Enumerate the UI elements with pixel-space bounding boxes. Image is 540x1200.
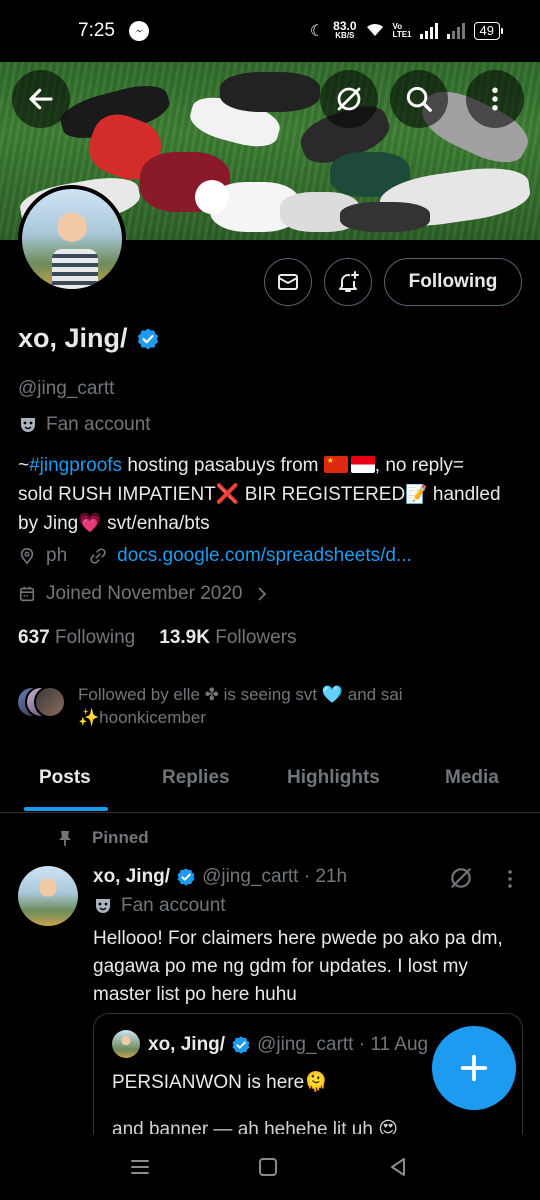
memo-icon: 📝 xyxy=(405,484,428,504)
following-count-link[interactable]: 637 Following xyxy=(18,627,135,649)
followers-count-link[interactable]: 13.9K Followers xyxy=(159,627,296,649)
heart-icon: 💗 xyxy=(78,513,102,534)
following-button[interactable]: Following xyxy=(384,258,522,306)
search-button[interactable] xyxy=(390,70,448,128)
indonesia-flag-icon xyxy=(350,456,375,473)
pinned-label-row: Pinned xyxy=(56,828,149,848)
pinned-label: Pinned xyxy=(92,828,149,847)
quoted-text: PERSIANWON is here🫠 xyxy=(112,1072,328,1093)
active-tab-indicator xyxy=(24,807,108,811)
post-more-icon[interactable] xyxy=(498,866,522,892)
website-link[interactable]: docs.google.com/spreadsheets/d... xyxy=(117,545,412,567)
signal-2-icon xyxy=(446,23,465,39)
verified-badge-icon xyxy=(177,868,195,886)
followed-by-row[interactable]: Followed by elle ✤ is seeing svt 🩵 and s… xyxy=(16,683,478,729)
post-author-name[interactable]: xo, Jing/ xyxy=(93,866,170,888)
joined-date: Joined November 2020 xyxy=(46,583,243,604)
post-category: Fan account xyxy=(93,895,226,917)
follower-avatars xyxy=(16,683,66,721)
net-speed: 83.0 xyxy=(333,19,357,33)
status-bar: 7:25 ☾ 83.0 KB/S Vo LTE1 49 xyxy=(0,0,540,62)
location-text: ph xyxy=(46,545,68,566)
message-button[interactable] xyxy=(264,258,312,306)
quoted-handle-time: @jing_cartt · 11 Aug xyxy=(257,1034,429,1055)
joined-row[interactable]: Joined November 2020 xyxy=(18,583,270,605)
home-icon[interactable] xyxy=(255,1154,281,1180)
profile-name-row: xo, Jing/ xyxy=(18,323,160,354)
volte-label: Vo LTE1 xyxy=(392,22,412,39)
more-options-button[interactable] xyxy=(466,70,524,128)
link-icon xyxy=(90,548,106,564)
profile-tabs: Posts Replies Highlights Media xyxy=(0,755,540,813)
quoted-header: xo, Jing/ @jing_cartt · 11 Aug xyxy=(148,1034,428,1056)
location-icon xyxy=(20,548,34,565)
followed-by-text: Followed by elle ✤ is seeing svt 🩵 and s… xyxy=(78,685,403,727)
moon-icon: ☾ xyxy=(309,23,325,40)
recent-apps-icon[interactable] xyxy=(127,1154,153,1180)
profile-bio: ~#jingproofs hosting pasabuys from , no … xyxy=(18,451,523,538)
back-nav-icon[interactable] xyxy=(385,1154,411,1180)
bell-plus-icon xyxy=(339,271,359,292)
quoted-author-name: xo, Jing/ xyxy=(148,1034,226,1055)
post-text: Hellooo! For claimers here pwede po ako … xyxy=(93,928,503,1005)
hashtag-link[interactable]: #jingproofs xyxy=(29,455,122,476)
profile-category: Fan account xyxy=(18,414,151,436)
category-label: Fan account xyxy=(46,414,151,435)
wifi-icon xyxy=(366,23,384,40)
net-unit: KB/S xyxy=(335,31,355,40)
back-button[interactable] xyxy=(12,70,70,128)
profile-avatar[interactable] xyxy=(18,185,126,293)
cross-mark-icon: ❌ xyxy=(215,484,240,505)
tab-media[interactable]: Media xyxy=(445,767,499,789)
tab-highlights[interactable]: Highlights xyxy=(287,767,380,789)
post-handle-time: @jing_cartt · 21h xyxy=(202,866,348,887)
messenger-icon xyxy=(128,21,149,41)
quoted-avatar xyxy=(112,1030,140,1058)
post-header: xo, Jing/ @jing_cartt · 21h xyxy=(93,866,347,888)
more-vertical-icon xyxy=(492,87,498,111)
post-avatar[interactable] xyxy=(18,866,78,926)
china-flag-icon xyxy=(323,456,348,473)
tab-posts[interactable]: Posts xyxy=(39,767,91,789)
grok-icon[interactable] xyxy=(448,865,474,891)
status-time: 7:25 xyxy=(78,20,115,41)
grok-icon xyxy=(337,87,361,111)
search-icon xyxy=(406,86,432,112)
battery-indicator: 49 xyxy=(473,22,504,40)
calendar-icon xyxy=(19,586,35,602)
back-arrow-icon xyxy=(29,88,53,110)
profile-handle: @jing_cartt xyxy=(18,378,115,399)
tab-replies[interactable]: Replies xyxy=(162,767,230,789)
chevron-right-icon xyxy=(258,587,267,601)
verified-badge-icon xyxy=(137,328,158,349)
plus-icon xyxy=(460,1054,488,1082)
profile-name: xo, Jing/ xyxy=(18,323,128,353)
system-nav-bar xyxy=(0,1134,540,1200)
follow-counts: 637 Following 13.9K Followers xyxy=(18,627,297,649)
compose-button[interactable] xyxy=(432,1026,516,1110)
signal-icon xyxy=(419,23,438,39)
notifications-button[interactable] xyxy=(324,258,372,306)
pin-icon xyxy=(59,831,71,846)
theater-mask-icon xyxy=(96,899,110,913)
grok-button[interactable] xyxy=(320,70,378,128)
mail-icon xyxy=(278,274,298,290)
verified-badge-icon xyxy=(232,1036,250,1054)
profile-meta-row: ph docs.google.com/spreadsheets/d... xyxy=(18,545,412,567)
theater-mask-icon xyxy=(21,418,35,432)
